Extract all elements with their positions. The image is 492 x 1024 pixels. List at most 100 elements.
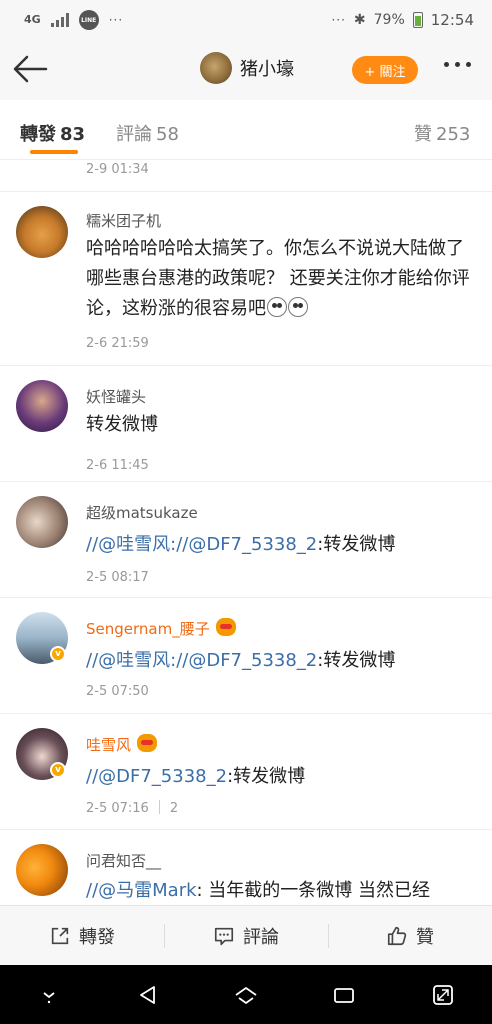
action-bar: 轉發 評論 贊 xyxy=(0,905,492,965)
mention-link[interactable]: //@DF7_5338_2 xyxy=(86,766,227,787)
mention-link[interactable]: //@哇雪风: xyxy=(86,650,176,671)
comment-text: //@哇雪风://@DF7_5338_2:转发微博 xyxy=(86,646,480,676)
list-item[interactable]: v 哇雪风 //@DF7_5338_2:转发微博 2-5 07:16 2 xyxy=(0,714,492,830)
mention-link[interactable]: //@DF7_5338_2 xyxy=(176,650,317,671)
commenter-name[interactable]: 妖怪罐头 xyxy=(86,386,146,407)
crying-emoji-icon xyxy=(288,297,308,317)
line-app-icon: LINE xyxy=(78,10,99,30)
tab-bar: 轉發 83 評論 58 贊 253 xyxy=(0,100,492,160)
system-nav-bar xyxy=(0,965,492,1024)
vip-crown-icon xyxy=(215,618,236,636)
tab-comments-label: 評論 xyxy=(116,124,152,145)
comment-button[interactable]: 評論 xyxy=(164,906,328,965)
back-button[interactable] xyxy=(12,54,48,84)
verified-badge-icon: v xyxy=(50,646,66,662)
avatar[interactable] xyxy=(16,206,68,258)
chevron-down-icon xyxy=(43,991,55,1003)
repost-list[interactable]: 2-9 01:34 糯米团子机 哈哈哈哈哈哈太搞笑了。你怎么不说说大陆做了哪些惠… xyxy=(0,160,492,905)
reply-count[interactable]: 2 xyxy=(170,801,178,816)
home-icon xyxy=(235,986,257,1004)
comment-text: //@哇雪风://@DF7_5338_2:转发微博 xyxy=(86,530,480,560)
recents-icon xyxy=(334,987,355,1003)
list-item[interactable]: v Sengernam_腰子 //@哇雪风://@DF7_5338_2:转发微博… xyxy=(0,598,492,714)
like-button[interactable]: 贊 xyxy=(328,906,492,965)
comment-time: 2-5 08:17 xyxy=(86,570,149,585)
tab-likes-count: 253 xyxy=(436,124,471,145)
repost-button[interactable]: 轉發 xyxy=(0,906,164,965)
commenter-name-text: 哇雪风 xyxy=(86,736,132,754)
comment-meta: 2-5 07:16 2 xyxy=(86,800,178,816)
status-bar: 4G LINE ··· ··· ✱ 79% 12:54 xyxy=(0,0,492,40)
signal-icon xyxy=(50,13,69,27)
comment-text-tail: : 当年截的一条微博 当然已经 xyxy=(196,880,431,901)
repost-label: 轉發 xyxy=(79,926,115,948)
more-options-icon[interactable] xyxy=(444,62,471,67)
author-name[interactable]: 猪小壕 xyxy=(240,55,294,81)
tab-comments-count: 58 xyxy=(156,124,179,145)
nav-back-button[interactable] xyxy=(128,975,168,1015)
top-bar: 猪小壕 + 關注 xyxy=(0,40,492,100)
list-item[interactable]: 2-9 01:34 xyxy=(0,160,492,192)
comment-text-tail: :转发微博 xyxy=(317,650,396,671)
tab-reposts[interactable]: 轉發 83 xyxy=(20,120,85,146)
comment-text-tail: :转发微博 xyxy=(317,534,396,555)
comment-text-tail: :转发微博 xyxy=(227,766,306,787)
mention-link[interactable]: //@哇雪风: xyxy=(86,534,176,555)
mention-link[interactable]: //@马雷Mark xyxy=(86,880,197,901)
mention-link[interactable]: //@DF7_5338_2 xyxy=(176,534,317,555)
verified-badge-icon: v xyxy=(50,762,66,778)
tab-reposts-count: 83 xyxy=(60,124,86,145)
avatar[interactable] xyxy=(16,496,68,548)
comment-text: //@DF7_5338_2:转发微博 xyxy=(86,762,480,792)
commenter-name[interactable]: 问君知否__ xyxy=(86,850,161,871)
comment-time: 2-5 07:50 xyxy=(86,684,149,699)
clock: 12:54 xyxy=(430,11,474,29)
list-item[interactable]: 超级matsukaze //@哇雪风://@DF7_5338_2:转发微博 2-… xyxy=(0,482,492,598)
crying-emoji-icon xyxy=(267,297,287,317)
tab-likes-label: 贊 xyxy=(414,124,432,145)
battery-icon xyxy=(412,12,423,28)
network-type: 4G xyxy=(24,13,41,26)
vip-crown-icon xyxy=(137,734,158,752)
comment-time: 2-5 07:16 xyxy=(86,801,149,816)
list-item[interactable]: 问君知否__ //@马雷Mark: 当年截的一条微博 当然已经 xyxy=(0,830,492,905)
follow-button[interactable]: + 關注 xyxy=(352,56,418,84)
divider xyxy=(158,800,160,814)
commenter-name-text: Sengernam_腰子 xyxy=(86,620,210,638)
nav-expand-button[interactable] xyxy=(423,975,463,1015)
comment-time: 2-9 01:34 xyxy=(86,162,149,177)
bluetooth-icon: ✱ xyxy=(353,12,366,28)
like-label: 贊 xyxy=(416,926,434,948)
nav-home-button[interactable] xyxy=(226,975,266,1015)
comment-text: 转发微博 xyxy=(86,414,158,435)
more-status-icon: ··· xyxy=(331,13,346,27)
avatar[interactable] xyxy=(16,380,68,432)
triangle-back-icon xyxy=(139,985,155,1004)
thumbs-up-icon xyxy=(387,926,407,945)
share-icon xyxy=(51,927,69,944)
commenter-name[interactable]: Sengernam_腰子 xyxy=(86,618,236,639)
tab-reposts-label: 轉發 xyxy=(20,124,56,145)
comment-time: 2-6 21:59 xyxy=(86,336,149,351)
avatar[interactable] xyxy=(16,844,68,896)
comment-icon xyxy=(214,927,234,945)
battery-percent: 79% xyxy=(373,12,405,28)
comment-text: 哈哈哈哈哈哈太搞笑了。你怎么不说说大陆做了哪些惠台惠港的政策呢？ 还要关注你才能… xyxy=(86,234,480,324)
more-notifications-icon: ··· xyxy=(108,13,124,27)
list-item[interactable]: 妖怪罐头 转发微博 2-6 11:45 xyxy=(0,366,492,482)
tab-likes[interactable]: 贊 253 xyxy=(414,120,470,146)
commenter-name[interactable]: 糯米团子机 xyxy=(86,210,161,231)
arrow-left-icon xyxy=(13,55,48,83)
nav-recents-button[interactable] xyxy=(324,975,364,1015)
comment-text: //@马雷Mark: 当年截的一条微博 当然已经 xyxy=(86,876,480,905)
tab-comments[interactable]: 評論 58 xyxy=(116,120,179,146)
comment-label: 評論 xyxy=(243,926,279,948)
author-avatar[interactable] xyxy=(200,52,232,84)
commenter-name[interactable]: 哇雪风 xyxy=(86,734,158,755)
active-tab-indicator xyxy=(30,150,78,154)
comment-time: 2-6 11:45 xyxy=(86,458,149,473)
hide-nav-button[interactable] xyxy=(29,975,69,1015)
list-item[interactable]: 糯米团子机 哈哈哈哈哈哈太搞笑了。你怎么不说说大陆做了哪些惠台惠港的政策呢？ 还… xyxy=(0,192,492,366)
expand-icon xyxy=(432,984,453,1005)
commenter-name[interactable]: 超级matsukaze xyxy=(86,502,198,523)
